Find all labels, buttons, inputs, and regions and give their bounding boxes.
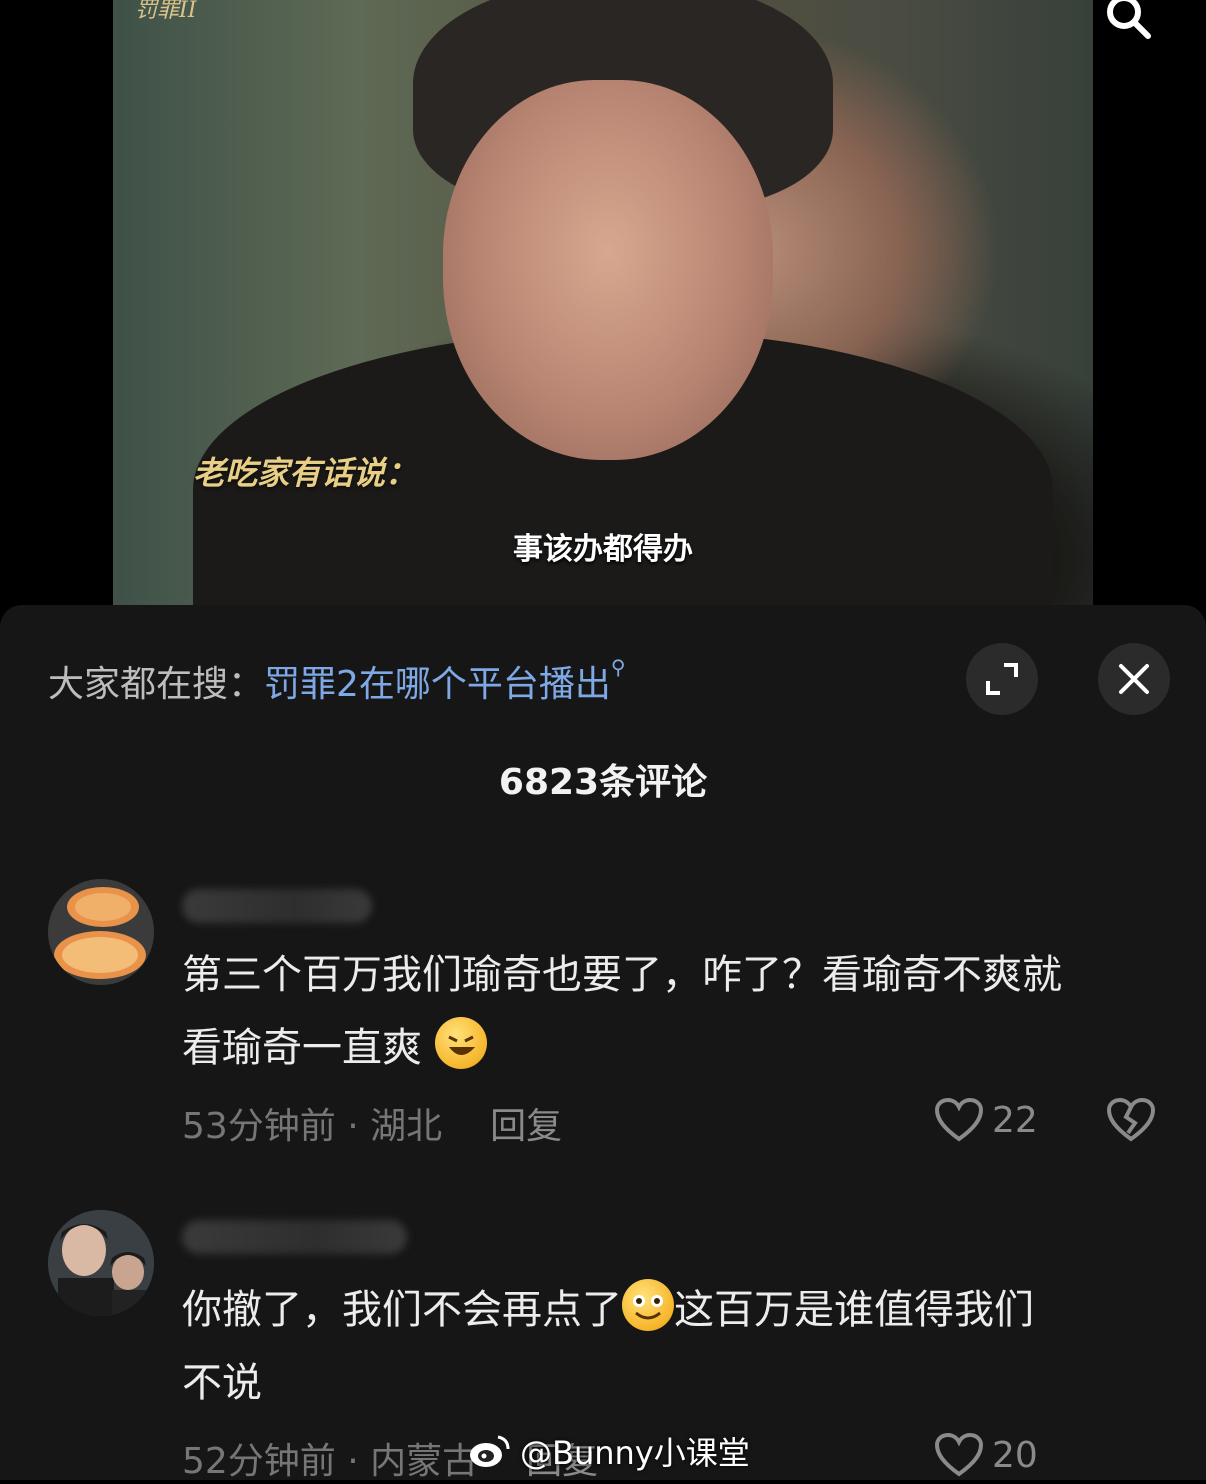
like-button[interactable]: 20	[934, 1432, 1038, 1478]
like-button[interactable]: 22	[934, 1097, 1038, 1143]
comment-line: 你撤了，我们不会再点了	[182, 1287, 622, 1333]
comment-sheet: 大家都在搜：罚罪2在哪个平台播出⚲ 6823条评论 第三个百万我们瑜奇也要了，咋…	[0, 605, 1206, 1482]
video-subtitle: 事该办都得办	[513, 532, 693, 567]
hot-search-prefix: 大家都在搜：	[48, 664, 265, 705]
close-button[interactable]	[1098, 643, 1170, 715]
comment-line: 第三个百万我们瑜奇也要了，咋了？看瑜奇不爽就	[182, 952, 1062, 998]
avatar[interactable]	[48, 1210, 154, 1316]
rofl-emoji-icon	[434, 1017, 487, 1069]
hot-search-query[interactable]: 罚罪2在哪个平台播出	[264, 664, 611, 705]
close-icon	[1119, 664, 1149, 694]
time-location: 53分钟前 · 湖北	[182, 1106, 443, 1147]
like-count: 20	[992, 1434, 1038, 1476]
time-location: 52分钟前 · 内蒙古	[182, 1441, 479, 1482]
username-blurred[interactable]	[182, 1220, 407, 1254]
expand-icon	[986, 663, 1018, 695]
comment-meta: 53分钟前 · 湖北 回复	[182, 1097, 562, 1149]
hot-search-bar[interactable]: 大家都在搜：罚罪2在哪个平台播出⚲	[48, 655, 626, 707]
expand-button[interactable]	[966, 643, 1038, 715]
weibo-watermark: @Bunny小课堂	[468, 1428, 750, 1474]
dislike-button[interactable]	[1106, 1097, 1156, 1147]
watermark-text: @Bunny小课堂	[520, 1434, 750, 1472]
comment-line: 这百万是谁值得我们	[674, 1287, 1034, 1333]
video-caption: 老吃家有话说：	[193, 454, 418, 492]
username-blurred[interactable]	[182, 889, 372, 923]
like-count: 22	[992, 1099, 1038, 1141]
comment-line: 不说	[182, 1360, 262, 1406]
avatar[interactable]	[48, 879, 154, 985]
broken-heart-icon	[1106, 1097, 1156, 1142]
video-person-face	[443, 80, 773, 460]
weibo-logo-icon	[470, 1435, 510, 1467]
comment-text: 你撤了，我们不会再点了 这百万是谁值得我们 不说	[182, 1274, 1172, 1420]
heart-icon	[934, 1432, 984, 1477]
heart-icon	[934, 1097, 984, 1142]
show-logo: 罚罪II	[135, 0, 197, 23]
comment-text: 第三个百万我们瑜奇也要了，咋了？看瑜奇不爽就 看瑜奇一直爽	[182, 939, 1172, 1085]
hot-search-magnifier-icon: ⚲	[610, 655, 626, 679]
comment-line: 看瑜奇一直爽	[182, 1025, 422, 1071]
comment-count: 6823条评论	[498, 762, 708, 803]
reply-button[interactable]: 回复	[490, 1106, 562, 1147]
search-icon[interactable]	[1104, 0, 1154, 44]
video-player[interactable]: 罚罪II 老吃家有话说： 事该办都得办	[113, 0, 1093, 610]
grin-emoji-icon	[622, 1279, 674, 1331]
